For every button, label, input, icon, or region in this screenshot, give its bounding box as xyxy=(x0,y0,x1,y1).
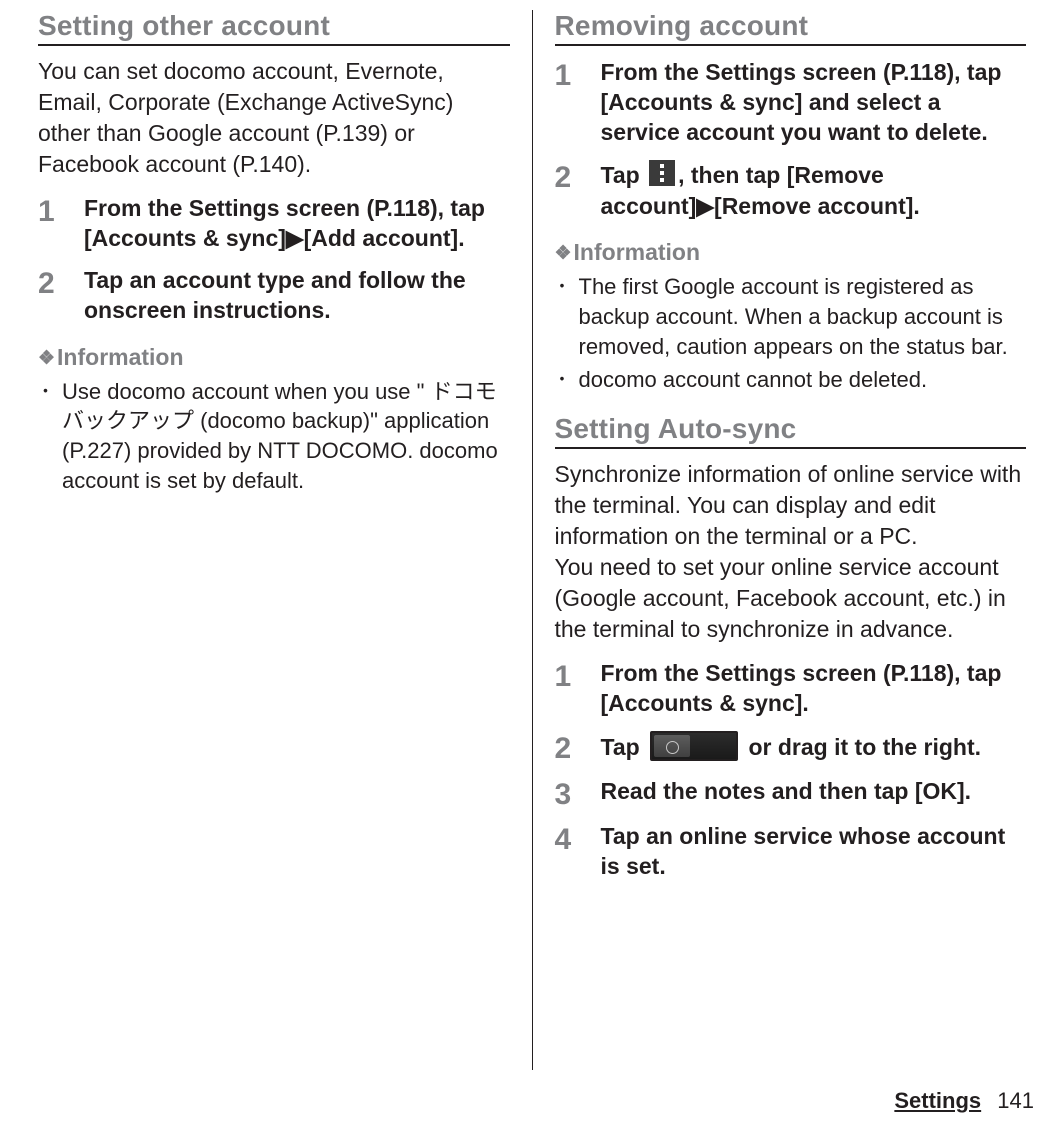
intro-text: You can set docomo account, Evernote, Em… xyxy=(38,56,510,180)
bullet-dot-icon: ･ xyxy=(555,272,579,361)
section-title-removing-account: Removing account xyxy=(555,10,1027,46)
step-text: From the Settings screen (P.118), tap [A… xyxy=(601,659,1027,719)
info-bullet: ･ docomo account cannot be deleted. xyxy=(555,365,1027,395)
step-text: Tap or drag it to the right. xyxy=(601,731,982,765)
toggle-off-icon xyxy=(650,731,738,761)
diamond-icon: ❖ xyxy=(555,242,572,265)
info-bullet-text: The first Google account is registered a… xyxy=(579,272,1027,361)
info-bullet-text: Use docomo account when you use " ドコモバック… xyxy=(62,377,510,496)
step-number: 3 xyxy=(555,777,601,811)
right-column: Removing account 1 From the Settings scr… xyxy=(532,10,1037,1070)
step-number: 4 xyxy=(555,822,601,882)
section-title-setting-auto-sync: Setting Auto-sync xyxy=(555,413,1027,449)
page-number: 141 xyxy=(997,1088,1034,1113)
info-bullet-text: docomo account cannot be deleted. xyxy=(579,365,928,395)
step-number: 2 xyxy=(555,731,601,765)
step-text: Read the notes and then tap [OK]. xyxy=(601,777,972,811)
overflow-menu-icon xyxy=(649,160,675,186)
step-text: Tap an account type and follow the onscr… xyxy=(84,266,510,326)
step-text: From the Settings screen (P.118), tap [A… xyxy=(84,194,510,254)
information-heading: ❖Information xyxy=(38,344,510,371)
step-2: 2 Tap an account type and follow the ons… xyxy=(38,266,510,326)
step-text: From the Settings screen (P.118), tap [A… xyxy=(601,58,1027,148)
two-column-layout: Setting other account You can set docomo… xyxy=(28,10,1036,1070)
bullet-dot-icon: ･ xyxy=(38,377,62,496)
step-1: 1 From the Settings screen (P.118), tap … xyxy=(555,58,1027,148)
step-number: 1 xyxy=(38,194,84,254)
step-2: 2 Tap , then tap [Remove account]▶[Remov… xyxy=(555,160,1027,222)
step-number: 2 xyxy=(38,266,84,326)
information-heading: ❖Information xyxy=(555,239,1027,266)
intro-text: Synchronize information of online servic… xyxy=(555,459,1027,645)
step-number: 1 xyxy=(555,58,601,148)
step-4: 4 Tap an online service whose account is… xyxy=(555,822,1027,882)
step-number: 2 xyxy=(555,160,601,222)
info-bullet: ･ Use docomo account when you use " ドコモバ… xyxy=(38,377,510,496)
step-1: 1 From the Settings screen (P.118), tap … xyxy=(38,194,510,254)
step-1: 1 From the Settings screen (P.118), tap … xyxy=(555,659,1027,719)
diamond-icon: ❖ xyxy=(38,347,55,370)
step-text: Tap , then tap [Remove account]▶[Remove … xyxy=(601,160,1027,222)
info-bullet: ･ The first Google account is registered… xyxy=(555,272,1027,361)
step-number: 1 xyxy=(555,659,601,719)
bullet-dot-icon: ･ xyxy=(555,365,579,395)
footer-section-label: Settings xyxy=(894,1088,981,1113)
section-title-setting-other-account: Setting other account xyxy=(38,10,510,46)
step-2: 2 Tap or drag it to the right. xyxy=(555,731,1027,765)
left-column: Setting other account You can set docomo… xyxy=(28,10,532,1070)
page-footer: Settings 141 xyxy=(894,1088,1034,1114)
step-text: Tap an online service whose account is s… xyxy=(601,822,1027,882)
step-3: 3 Read the notes and then tap [OK]. xyxy=(555,777,1027,811)
